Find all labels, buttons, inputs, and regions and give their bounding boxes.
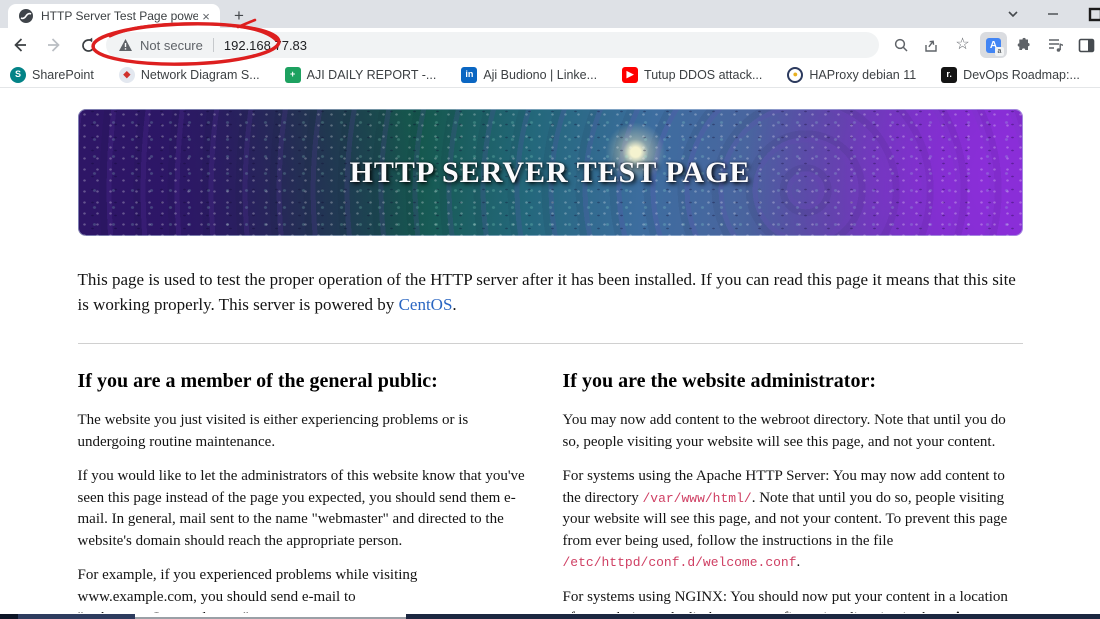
general-public-heading: If you are a member of the general publi… xyxy=(77,370,438,392)
body-paragraph: For example, if you experienced problems… xyxy=(78,565,535,613)
haproxy-debian-icon: ● xyxy=(787,66,804,83)
linkedin-icon: in xyxy=(461,66,478,83)
search-icon[interactable] xyxy=(887,32,914,58)
roadmap-icon: r. xyxy=(941,66,958,83)
omnibox-divider xyxy=(212,38,214,52)
text-run: You may now add content to the webroot d… xyxy=(562,412,1006,450)
youtube-icon: ▶ xyxy=(622,66,639,83)
browser-window: HTTP Server Test Page powered × + xyxy=(0,0,1100,619)
inline-code: /etc/httpd/conf.d/welcome.conf xyxy=(562,555,797,570)
website-administrator-column: If you are the website administrator: Yo… xyxy=(563,370,1023,613)
side-panel-icon[interactable] xyxy=(1073,32,1100,58)
bookmark-star-icon[interactable]: ☆ xyxy=(949,32,976,58)
reload-icon[interactable] xyxy=(76,33,100,57)
banner-title: HTTP SERVER TEST PAGE xyxy=(349,155,751,189)
section-divider xyxy=(77,343,1023,344)
browser-toolbar: Not secure 192.168.77.83 ☆ A xyxy=(0,28,1100,62)
website-administrator-heading: If you are the website administrator: xyxy=(562,370,876,392)
bookmark-item[interactable]: + AJI DAILY REPORT -... xyxy=(284,66,436,83)
body-paragraph: If you would like to let the administrat… xyxy=(78,466,535,552)
new-tab-button[interactable]: + xyxy=(228,5,250,27)
tab-close-icon[interactable]: × xyxy=(198,8,214,24)
inline-code: root xyxy=(727,611,758,613)
url-text[interactable]: 192.168.77.83 xyxy=(224,38,307,53)
tab-title: HTTP Server Test Page powered xyxy=(41,9,198,23)
test-page-banner: HTTP SERVER TEST PAGE xyxy=(77,109,1023,236)
extensions-puzzle-icon[interactable] xyxy=(1011,32,1038,58)
not-secure-warning-icon[interactable] xyxy=(118,38,133,52)
text-run: This page is used to test the proper ope… xyxy=(77,270,1016,314)
network-diagram-icon: ◆ xyxy=(118,66,135,83)
body-paragraph: For systems using NGINX: You should now … xyxy=(563,587,1023,614)
text-run: nginx xyxy=(940,610,976,613)
sharepoint-icon: S xyxy=(10,66,26,83)
minimize-button[interactable] xyxy=(1046,7,1060,21)
bookmark-item[interactable]: ◆ Network Diagram S... xyxy=(118,66,260,83)
tab-favicon-icon xyxy=(18,8,34,24)
spreadsheet-icon: + xyxy=(284,66,301,83)
general-public-column: If you are a member of the general publi… xyxy=(78,370,535,613)
address-bar[interactable]: Not secure 192.168.77.83 xyxy=(106,32,879,58)
tab-search-chevron-icon[interactable] xyxy=(1006,7,1020,21)
translate-extension-icon[interactable]: A xyxy=(980,32,1007,58)
forward-icon[interactable] xyxy=(42,33,66,57)
bookmark-item[interactable]: ● HAProxy debian 11 xyxy=(787,66,916,83)
bookmark-item[interactable]: S SharePoint xyxy=(10,66,94,83)
security-label: Not secure xyxy=(140,37,203,53)
share-icon[interactable] xyxy=(918,32,945,58)
inline-link[interactable]: CentOS xyxy=(399,295,453,314)
text-run: configuration directive in the xyxy=(758,610,940,613)
bookmark-item[interactable]: r. DevOps Roadmap:... xyxy=(941,66,1080,83)
bottom-edge-strip xyxy=(0,614,1100,619)
text-run: . xyxy=(452,295,457,314)
text-run: . xyxy=(796,554,801,570)
media-controls-icon[interactable] xyxy=(1042,32,1069,58)
intro-paragraph: This page is used to test the proper ope… xyxy=(78,267,1023,317)
bookmark-item[interactable]: ▶ Tutup DDOS attack... xyxy=(622,66,762,83)
tab-strip: HTTP Server Test Page powered × + xyxy=(0,0,1100,28)
body-paragraph: The website you just visited is either e… xyxy=(78,410,535,453)
text-run: For example, if you experienced problems… xyxy=(77,567,418,613)
bookmarks-bar: S SharePoint ◆ Network Diagram S... + AJ… xyxy=(0,62,1100,88)
body-paragraph: You may now add content to the webroot d… xyxy=(563,410,1023,453)
body-paragraph: For systems using the Apache HTTP Server… xyxy=(563,466,1023,574)
browser-tab[interactable]: HTTP Server Test Page powered × xyxy=(8,4,220,28)
page-content: HTTP SERVER TEST PAGE This page is used … xyxy=(0,88,1100,613)
text-run: The website you just visited is either e… xyxy=(77,412,469,450)
inline-code: /var/www/html/ xyxy=(642,490,752,506)
text-run: If you would like to let the administrat… xyxy=(77,468,525,549)
back-icon[interactable] xyxy=(8,33,32,57)
maximize-button[interactable] xyxy=(1086,6,1100,22)
bookmark-item[interactable]: in Aji Budiono | Linke... xyxy=(461,66,597,83)
